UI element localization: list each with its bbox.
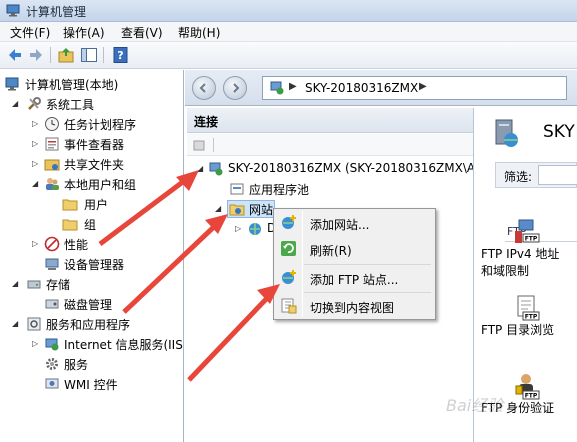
iis-icon — [45, 338, 59, 351]
server-icon — [209, 162, 223, 176]
toolbar-separator — [103, 47, 104, 63]
back-button[interactable] — [192, 76, 216, 100]
server-icon — [495, 119, 518, 147]
collapse-icon[interactable]: ◢ — [12, 319, 21, 328]
title-bar: 计算机管理 — [0, 0, 577, 22]
ftp-directory-icon: FTP — [517, 295, 540, 321]
forward-arrow-icon — [233, 83, 240, 93]
collapse-icon[interactable]: ◢ — [12, 279, 21, 288]
collapse-icon[interactable]: ◢ — [215, 204, 224, 213]
folder-up-icon[interactable] — [57, 46, 75, 64]
storage-icon — [27, 280, 41, 289]
menu-separator — [304, 264, 431, 265]
menu-item-content-view[interactable]: 切换到内容视图 — [276, 294, 433, 318]
feature-ftp-directory[interactable]: FTP FTP 目录浏览 — [475, 294, 577, 339]
content-view-icon — [281, 298, 297, 314]
folder-icon — [62, 219, 78, 231]
gear-icon — [46, 358, 58, 370]
ftp-ipv4-icon: FTP — [515, 219, 540, 243]
expand-icon[interactable]: ▷ — [32, 139, 41, 148]
menu-item-add-website[interactable]: 添加网站... — [276, 211, 433, 235]
feature-ftp-ipv4[interactable]: FTP FTP IPv4 地址和域限制 — [475, 218, 577, 280]
wmi-icon — [45, 378, 59, 389]
performance-icon — [44, 236, 60, 252]
breadcrumb-arrow-icon: ▶ — [289, 81, 297, 92]
svg-text:FTP: FTP — [525, 236, 538, 243]
help-icon[interactable]: ? — [112, 46, 130, 64]
globe-icon — [249, 223, 261, 235]
menu-file[interactable]: 文件(F) — [10, 24, 50, 41]
svg-text:FTP: FTP — [525, 314, 538, 321]
users-group-icon — [46, 178, 59, 190]
tools-icon — [28, 97, 41, 110]
services-apps-icon — [27, 317, 41, 331]
expand-icon[interactable]: ▷ — [32, 119, 41, 128]
back-arrow-icon[interactable] — [6, 46, 24, 64]
forward-arrow-icon[interactable] — [27, 46, 45, 64]
address-server[interactable]: SKY-20180316ZMX — [305, 81, 418, 95]
expand-icon[interactable]: ▷ — [235, 224, 244, 233]
event-viewer-icon — [45, 137, 59, 151]
menu-item-add-ftp-site[interactable]: 添加 FTP 站点... — [276, 266, 433, 290]
collapse-icon[interactable]: ◢ — [12, 99, 21, 108]
computer-management-icon — [6, 4, 20, 17]
sites-folder-icon — [229, 204, 245, 216]
feature-label: FTP IPv4 地址和域限制 — [481, 247, 560, 278]
clock-icon — [45, 117, 59, 131]
left-tree-panel: 计算机管理(本地) ◢ 系统工具 ▷ 任务计划程序 ▷ 事件查看器 ▷ 共享文件… — [0, 70, 184, 442]
connections-toolbar — [187, 134, 473, 156]
menu-separator — [304, 292, 431, 293]
watermark-logo: Bai经验 — [446, 396, 504, 415]
add-website-icon — [282, 215, 296, 229]
connections-header: 连接 — [187, 108, 473, 133]
back-arrow-icon — [199, 83, 206, 93]
shared-folder-icon — [44, 159, 60, 171]
new-connection-icon[interactable] — [191, 137, 207, 153]
toolbar-separator — [50, 47, 51, 63]
menu-bar: 文件(F) 操作(A) 查看(V) 帮助(H) — [0, 22, 577, 42]
svg-text:?: ? — [117, 49, 123, 62]
menu-action[interactable]: 操作(A) — [63, 24, 105, 41]
toolbar: ? — [0, 42, 577, 69]
breadcrumb-arrow-icon[interactable]: ▶ — [419, 81, 427, 92]
menu-help[interactable]: 帮助(H) — [178, 24, 220, 41]
server-icon — [270, 81, 284, 95]
collapse-icon[interactable]: ◢ — [32, 179, 41, 188]
computer-management-icon — [5, 77, 19, 91]
device-manager-icon — [45, 258, 59, 270]
ftp-auth-icon: FTP — [515, 374, 540, 400]
refresh-icon — [281, 241, 296, 256]
address-box[interactable]: ▶ SKY-20180316ZMX ▶ — [262, 76, 567, 100]
feature-label: FTP 目录浏览 — [481, 323, 555, 337]
window-title: 计算机管理 — [26, 5, 87, 19]
context-menu: 添加网站... 刷新(R) 添加 FTP 站点... 切换到内容视图 — [273, 208, 436, 320]
folder-icon — [62, 199, 78, 211]
show-hide-tree-icon[interactable] — [80, 46, 98, 64]
expand-icon[interactable]: ▷ — [32, 239, 41, 248]
disk-icon — [45, 299, 59, 309]
tree-node-server[interactable]: ◢ SKY-20180316ZMX (SKY-20180316ZMX\Ad — [187, 160, 473, 178]
app-pool-icon — [230, 183, 244, 195]
filter-bar: 筛选: — [495, 162, 577, 188]
filter-input[interactable] — [538, 165, 577, 185]
features-title: SKY — [543, 122, 575, 142]
collapse-icon[interactable]: ◢ — [197, 164, 206, 173]
svg-text:FTP: FTP — [525, 393, 538, 400]
menu-item-refresh[interactable]: 刷新(R) — [276, 237, 433, 261]
forward-button[interactable] — [223, 76, 247, 100]
toolbar-separator — [213, 138, 214, 152]
filter-label: 筛选: — [504, 170, 533, 184]
expand-icon[interactable]: ▷ — [32, 159, 41, 168]
expand-icon[interactable]: ▷ — [32, 339, 41, 348]
address-bar: ▶ SKY-20180316ZMX ▶ — [185, 70, 577, 106]
menu-view[interactable]: 查看(V) — [121, 24, 163, 41]
add-ftp-site-icon — [282, 270, 296, 284]
